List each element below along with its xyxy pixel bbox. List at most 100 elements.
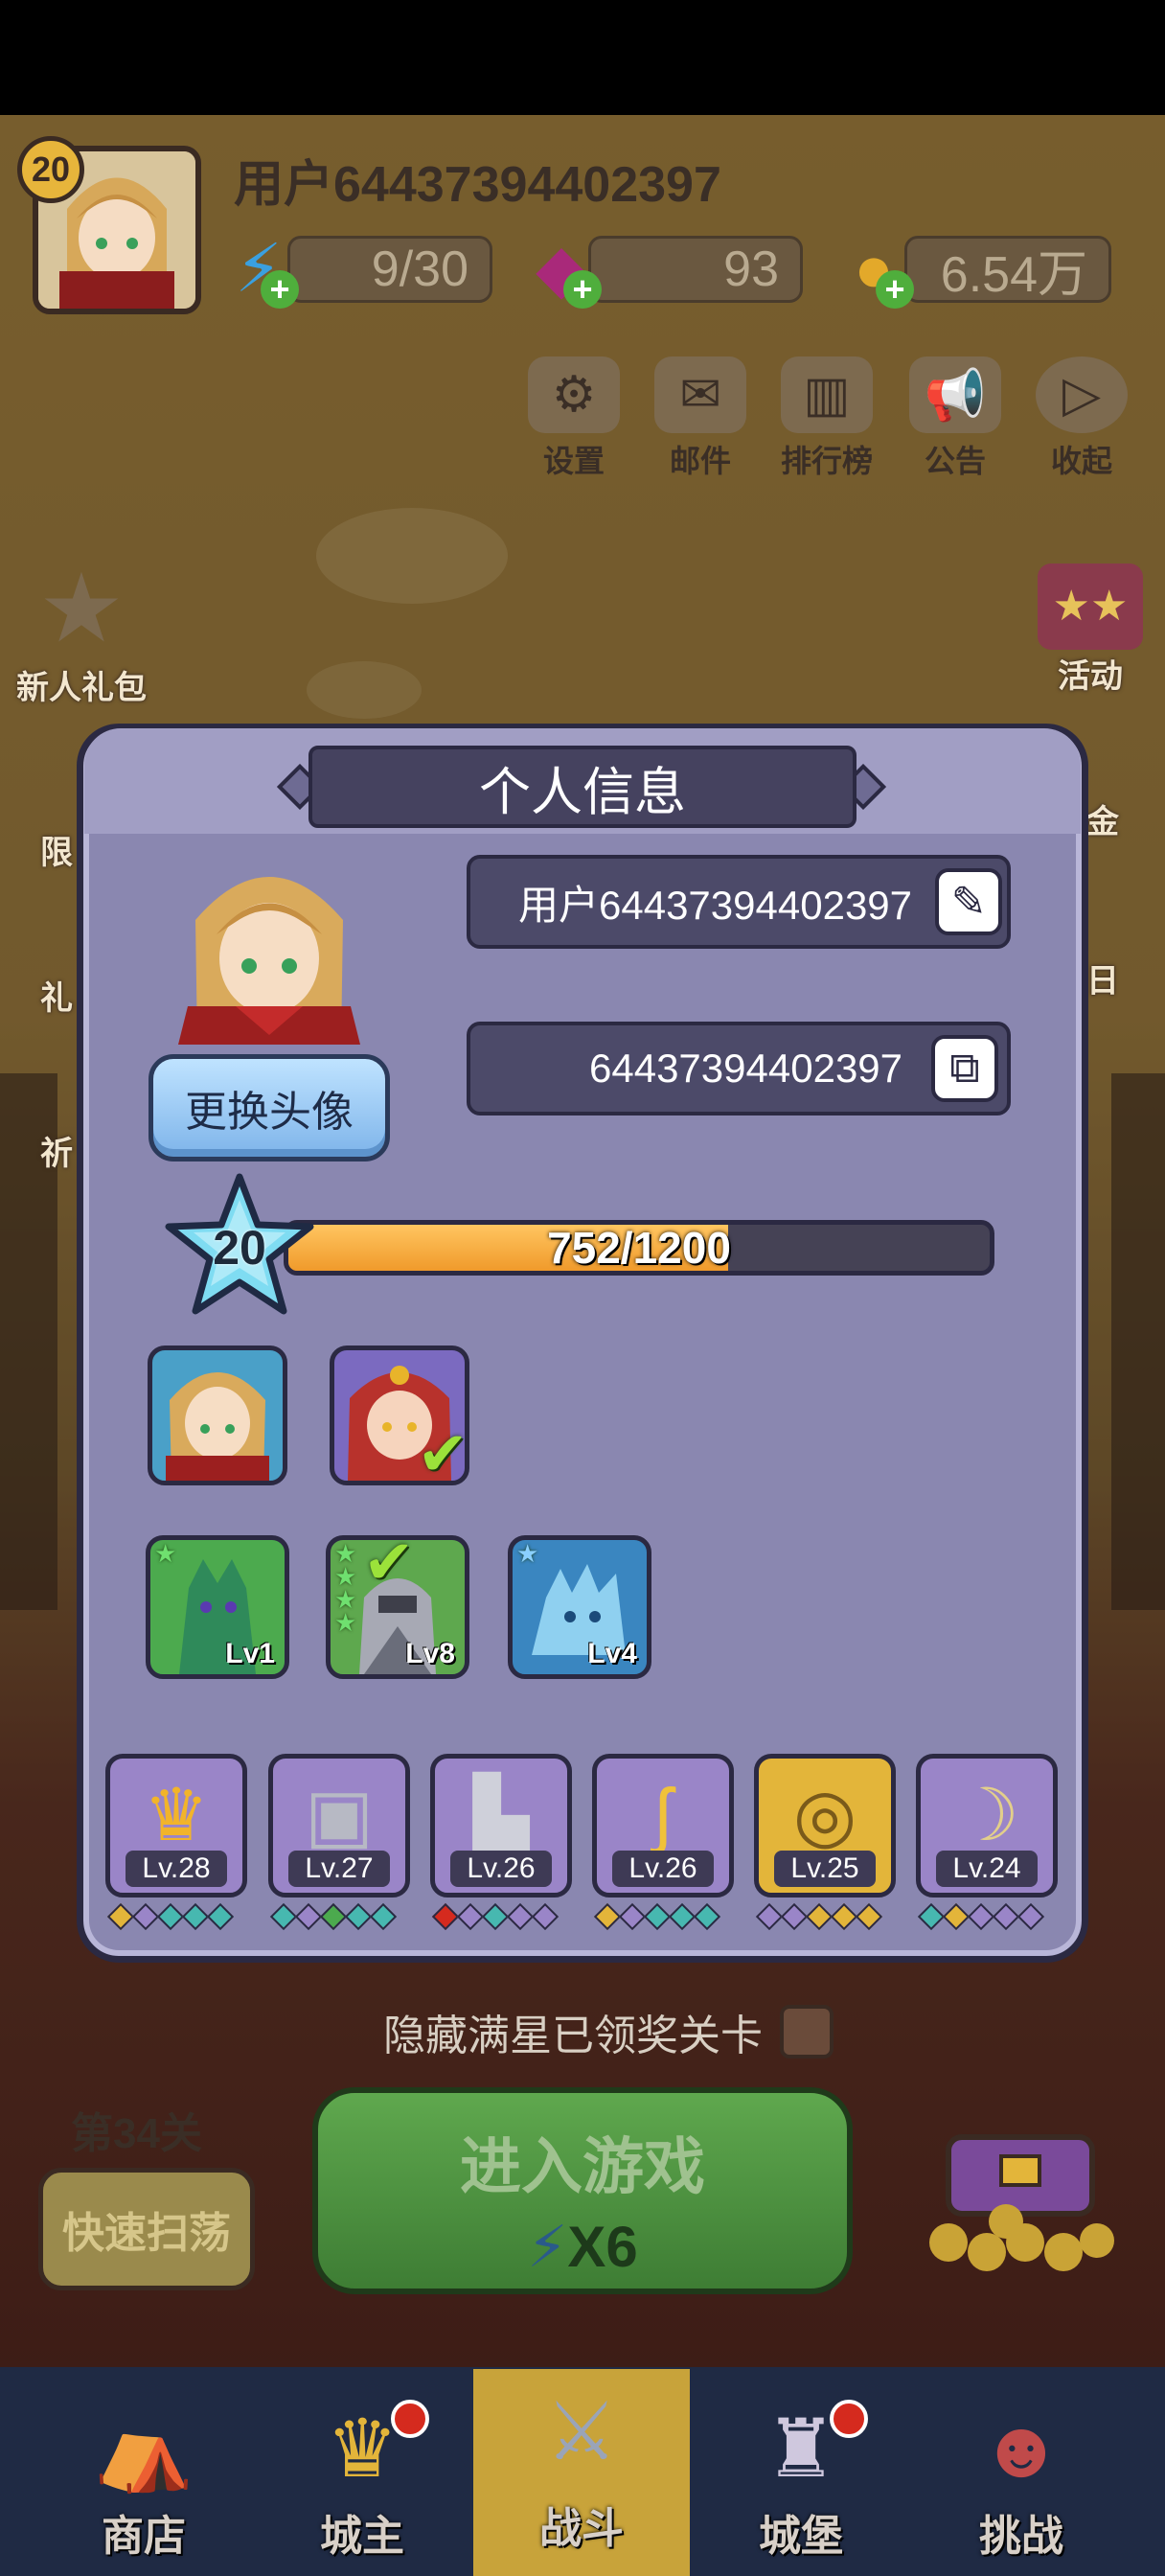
id-field: 64437394402397: [467, 1022, 1011, 1116]
ring-icon: ◎: [792, 1774, 857, 1856]
nav-shop-label: 商店: [102, 2513, 186, 2560]
side-left-label-3[interactable]: 祈: [40, 1127, 73, 1174]
hero-slot-redhead[interactable]: ✔: [330, 1346, 469, 1485]
armor-icon: ▣: [305, 1774, 374, 1856]
pet-slot-1[interactable]: ★ Lv1: [146, 1535, 289, 1679]
newbie-pack-button[interactable]: ★ 新人礼包: [0, 556, 163, 708]
activity-button[interactable]: ★★ 活动: [1023, 564, 1157, 697]
nav-battle-label: 战斗: [539, 2505, 624, 2552]
pet-slot-3[interactable]: ★ Lv4: [508, 1535, 651, 1679]
pet-2-level: Lv8: [405, 1638, 455, 1669]
elf-portrait-icon: [178, 877, 360, 1045]
nav-castle[interactable]: ♜ 城堡: [705, 2396, 897, 2576]
equip-4-gems: [593, 1902, 721, 1931]
equip-3-gems: [431, 1902, 560, 1931]
treasure-chest-icon[interactable]: [910, 2108, 1131, 2281]
mail-icon: ✉: [654, 356, 746, 433]
nav-castle-label: 城堡: [759, 2513, 843, 2560]
megaphone-icon: 📢: [909, 356, 1001, 433]
copy-icon: ⧉: [949, 1045, 980, 1092]
enter-game-button[interactable]: 进入游戏 ⚡X6: [312, 2087, 853, 2294]
gems-value: 93: [723, 242, 779, 297]
modal-title: 个人信息: [308, 746, 857, 828]
mail-label: 邮件: [669, 444, 731, 478]
energy-value: 9/30: [371, 242, 468, 297]
mail-button[interactable]: ✉ 邮件: [648, 356, 753, 481]
status-bar: [0, 0, 1165, 115]
coins-value: 6.54万: [940, 246, 1087, 303]
equip-6-gems: [917, 1902, 1045, 1931]
equip-slot-staff[interactable]: ʃ Lv.26: [592, 1754, 734, 1898]
profile-avatar: [169, 843, 370, 1045]
pet-3-stars: ★: [516, 1539, 539, 1568]
enter-game-label: 进入游戏: [460, 2132, 705, 2201]
coins-bar: 6.54万: [904, 236, 1111, 303]
enter-game-cost: X6: [567, 2215, 638, 2279]
pet-3-level: Lv4: [587, 1638, 637, 1669]
gems-bar: 93: [588, 236, 803, 303]
nav-challenge[interactable]: ☻ 挑战: [925, 2396, 1117, 2576]
pet-slot-2[interactable]: ★ ★ ★ ★ ✔ Lv8: [326, 1535, 469, 1679]
equip-slot-bow[interactable]: ☽ Lv.24: [916, 1754, 1058, 1898]
nav-battle[interactable]: ⚔ 战斗: [473, 2369, 690, 2576]
boot-icon: ▙: [472, 1774, 530, 1856]
collapse-button[interactable]: ▷ 收起: [1029, 356, 1134, 481]
energy-bar: 9/30: [287, 236, 492, 303]
gear-icon: ⚙: [528, 356, 620, 433]
equip-slot-crown[interactable]: ♛ Lv.28: [105, 1754, 247, 1898]
pet-1-level: Lv1: [225, 1638, 275, 1669]
name-field: 用户64437394402397: [467, 855, 1011, 949]
nav-challenge-label: 挑战: [979, 2513, 1063, 2560]
edit-name-button[interactable]: ✎: [935, 868, 1002, 935]
copy-id-button[interactable]: ⧉: [931, 1035, 998, 1102]
quick-sweep-button[interactable]: 快速扫荡: [38, 2168, 255, 2290]
selected-check-icon: ✔: [417, 1419, 468, 1485]
hide-starred-row[interactable]: 隐藏满星已领奖关卡: [383, 2001, 834, 2062]
elf-hero-icon: [166, 1372, 269, 1481]
player-username: 用户64437394402397: [234, 157, 721, 213]
pet-2-stars: ★ ★ ★ ★: [334, 1539, 357, 1637]
bow-icon: ☽: [953, 1774, 1020, 1856]
announcement-button[interactable]: 📢 公告: [902, 356, 1008, 481]
id-field-value: 64437394402397: [589, 1046, 903, 1091]
add-coins-icon[interactable]: +: [876, 269, 914, 309]
equip-1-gems: [106, 1902, 235, 1931]
equip-2-level: Lv.27: [288, 1851, 390, 1887]
nav-lord[interactable]: ♛ 城主: [266, 2396, 458, 2576]
pet-1-stars: ★: [154, 1539, 177, 1568]
side-left-label-1[interactable]: 限: [40, 826, 73, 873]
equip-slot-ring[interactable]: ◎ Lv.25: [754, 1754, 896, 1898]
nav-shop[interactable]: ⛺ 商店: [48, 2396, 240, 2576]
equip-1-level: Lv.28: [126, 1851, 227, 1887]
ranking-icon: ▥: [781, 356, 873, 433]
edit-icon: ✎: [950, 878, 987, 926]
equip-slot-boot[interactable]: ▙ Lv.26: [430, 1754, 572, 1898]
add-gems-icon[interactable]: +: [563, 269, 602, 309]
side-right-label-1[interactable]: 金: [1086, 795, 1119, 842]
hide-starred-checkbox[interactable]: [780, 2005, 834, 2058]
notification-dot: [391, 2400, 429, 2438]
demon-icon: ☻: [978, 2403, 1064, 2494]
side-right-label-2[interactable]: 日: [1086, 954, 1119, 1001]
star-icon: ★: [38, 555, 125, 662]
equip-3-level: Lv.26: [450, 1851, 552, 1887]
player-level-badge: 20: [17, 136, 84, 203]
stage-label: 第34关: [71, 2110, 202, 2157]
shop-icon: ⛺: [93, 2403, 194, 2494]
name-field-value: 用户64437394402397: [518, 882, 913, 928]
hero-slot-elf[interactable]: [148, 1346, 287, 1485]
ranking-button[interactable]: ▥ 排行榜: [774, 356, 879, 481]
announcement-label: 公告: [924, 444, 986, 478]
settings-button[interactable]: ⚙ 设置: [521, 356, 627, 481]
equip-4-level: Lv.26: [612, 1851, 714, 1887]
change-avatar-button[interactable]: 更换头像: [148, 1054, 390, 1162]
equip-6-level: Lv.24: [936, 1851, 1038, 1887]
settings-label: 设置: [542, 444, 605, 478]
xp-text: 752/1200: [547, 1223, 731, 1273]
collapse-label: 收起: [1050, 444, 1112, 478]
equip-slot-armor[interactable]: ▣ Lv.27: [268, 1754, 410, 1898]
side-left-label-2[interactable]: 礼: [40, 972, 73, 1019]
equip-5-gems: [755, 1902, 883, 1931]
energy-cost-icon: ⚡: [527, 2215, 568, 2279]
add-energy-icon[interactable]: +: [261, 269, 299, 309]
